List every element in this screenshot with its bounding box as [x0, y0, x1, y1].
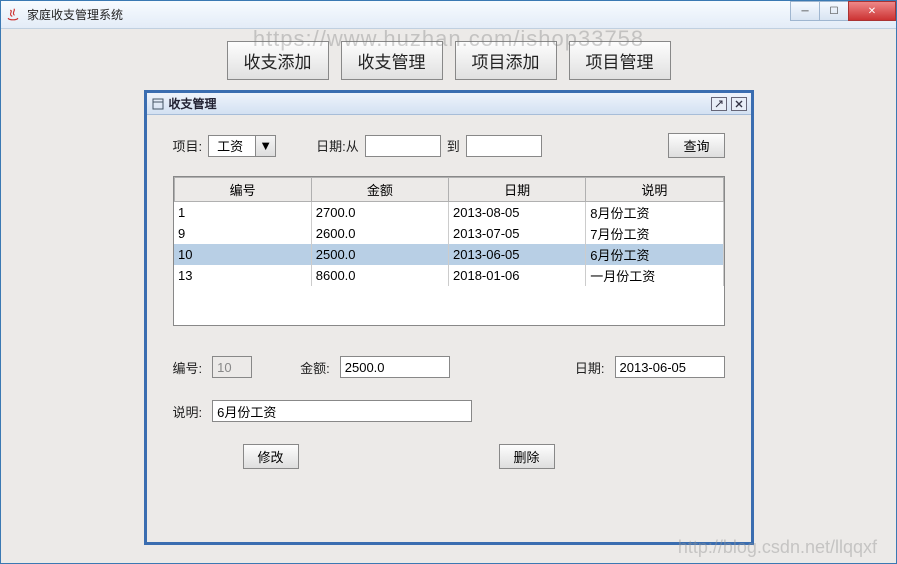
table-header-row: 编号 金额 日期 说明 — [174, 178, 723, 202]
date-from-input[interactable] — [365, 135, 441, 157]
cell-desc: 6月份工资 — [586, 244, 723, 265]
manage-project-button[interactable]: 项目管理 — [569, 41, 671, 80]
table-row[interactable]: 102500.02013-06-056月份工资 — [174, 244, 723, 265]
table-row[interactable]: 138600.02018-01-06一月份工资 — [174, 265, 723, 286]
cell-amount: 2700.0 — [311, 202, 448, 224]
project-select-value: 工资 — [209, 136, 255, 155]
chevron-down-icon: ▼ — [255, 136, 275, 156]
app-window: 家庭收支管理系统 ─ ☐ ✕ 收支添加 收支管理 项目添加 项目管理 收支管理 — [0, 0, 897, 564]
manage-entry-button[interactable]: 收支管理 — [341, 41, 443, 80]
titlebar[interactable]: 家庭收支管理系统 ─ ☐ ✕ — [1, 1, 896, 29]
date-field[interactable] — [615, 356, 725, 378]
cell-date: 2013-08-05 — [449, 202, 586, 224]
amount-label: 金额: — [300, 358, 330, 377]
id-field — [212, 356, 252, 378]
col-amount[interactable]: 金额 — [311, 178, 448, 202]
cell-date: 2013-06-05 — [449, 244, 586, 265]
java-icon — [5, 7, 21, 23]
cell-date: 2013-07-05 — [449, 223, 586, 244]
manage-entry-panel: 收支管理 项目: 工资 ▼ 日期:从 到 — [144, 90, 754, 545]
delete-button[interactable]: 删除 — [499, 444, 555, 469]
window-title: 家庭收支管理系统 — [27, 6, 892, 23]
desc-field[interactable] — [212, 400, 472, 422]
panel-title: 收支管理 — [169, 95, 707, 112]
query-row: 项目: 工资 ▼ 日期:从 到 查询 — [173, 133, 725, 158]
cell-desc: 一月份工资 — [586, 265, 723, 286]
window-controls: ─ ☐ ✕ — [791, 1, 896, 21]
cell-amount: 2500.0 — [311, 244, 448, 265]
maximize-button[interactable]: ☐ — [819, 1, 849, 21]
cell-desc: 8月份工资 — [586, 202, 723, 224]
col-date[interactable]: 日期 — [449, 178, 586, 202]
cell-amount: 2600.0 — [311, 223, 448, 244]
toolbar: 收支添加 收支管理 项目添加 项目管理 — [7, 35, 890, 90]
col-desc[interactable]: 说明 — [586, 178, 723, 202]
add-project-button[interactable]: 项目添加 — [455, 41, 557, 80]
project-select[interactable]: 工资 ▼ — [208, 135, 276, 157]
col-id[interactable]: 编号 — [174, 178, 311, 202]
cell-desc: 7月份工资 — [586, 223, 723, 244]
edit-row-1: 编号: 金额: 日期: — [173, 356, 725, 378]
edit-row-2: 说明: — [173, 400, 725, 422]
date-to-input[interactable] — [466, 135, 542, 157]
modify-button[interactable]: 修改 — [243, 444, 299, 469]
results-table: 编号 金额 日期 说明 12700.02013-08-058月份工资92600.… — [173, 176, 725, 326]
date-from-label: 日期:从 — [316, 136, 359, 155]
panel-restore-button[interactable] — [711, 97, 727, 111]
table-row[interactable]: 12700.02013-08-058月份工资 — [174, 202, 723, 224]
date-label: 日期: — [575, 358, 605, 377]
minimize-button[interactable]: ─ — [790, 1, 820, 21]
table-row[interactable]: 92600.02013-07-057月份工资 — [174, 223, 723, 244]
panel-body: 项目: 工资 ▼ 日期:从 到 查询 — [147, 115, 751, 479]
query-button[interactable]: 查询 — [668, 133, 724, 158]
cell-id: 9 — [174, 223, 311, 244]
cell-amount: 8600.0 — [311, 265, 448, 286]
amount-field[interactable] — [340, 356, 450, 378]
desc-label: 说明: — [173, 402, 203, 421]
project-label: 项目: — [173, 136, 203, 155]
panel-close-button[interactable] — [731, 97, 747, 111]
cell-id: 10 — [174, 244, 311, 265]
action-row: 修改 删除 — [173, 444, 725, 469]
panel-titlebar[interactable]: 收支管理 — [147, 93, 751, 115]
main-area: 收支添加 收支管理 项目添加 项目管理 收支管理 项目: — [1, 29, 896, 563]
date-to-label: 到 — [447, 136, 460, 155]
cell-id: 1 — [174, 202, 311, 224]
close-button[interactable]: ✕ — [848, 1, 896, 21]
id-label: 编号: — [173, 358, 203, 377]
cell-id: 13 — [174, 265, 311, 286]
window-icon — [151, 97, 165, 111]
cell-date: 2018-01-06 — [449, 265, 586, 286]
add-entry-button[interactable]: 收支添加 — [227, 41, 329, 80]
